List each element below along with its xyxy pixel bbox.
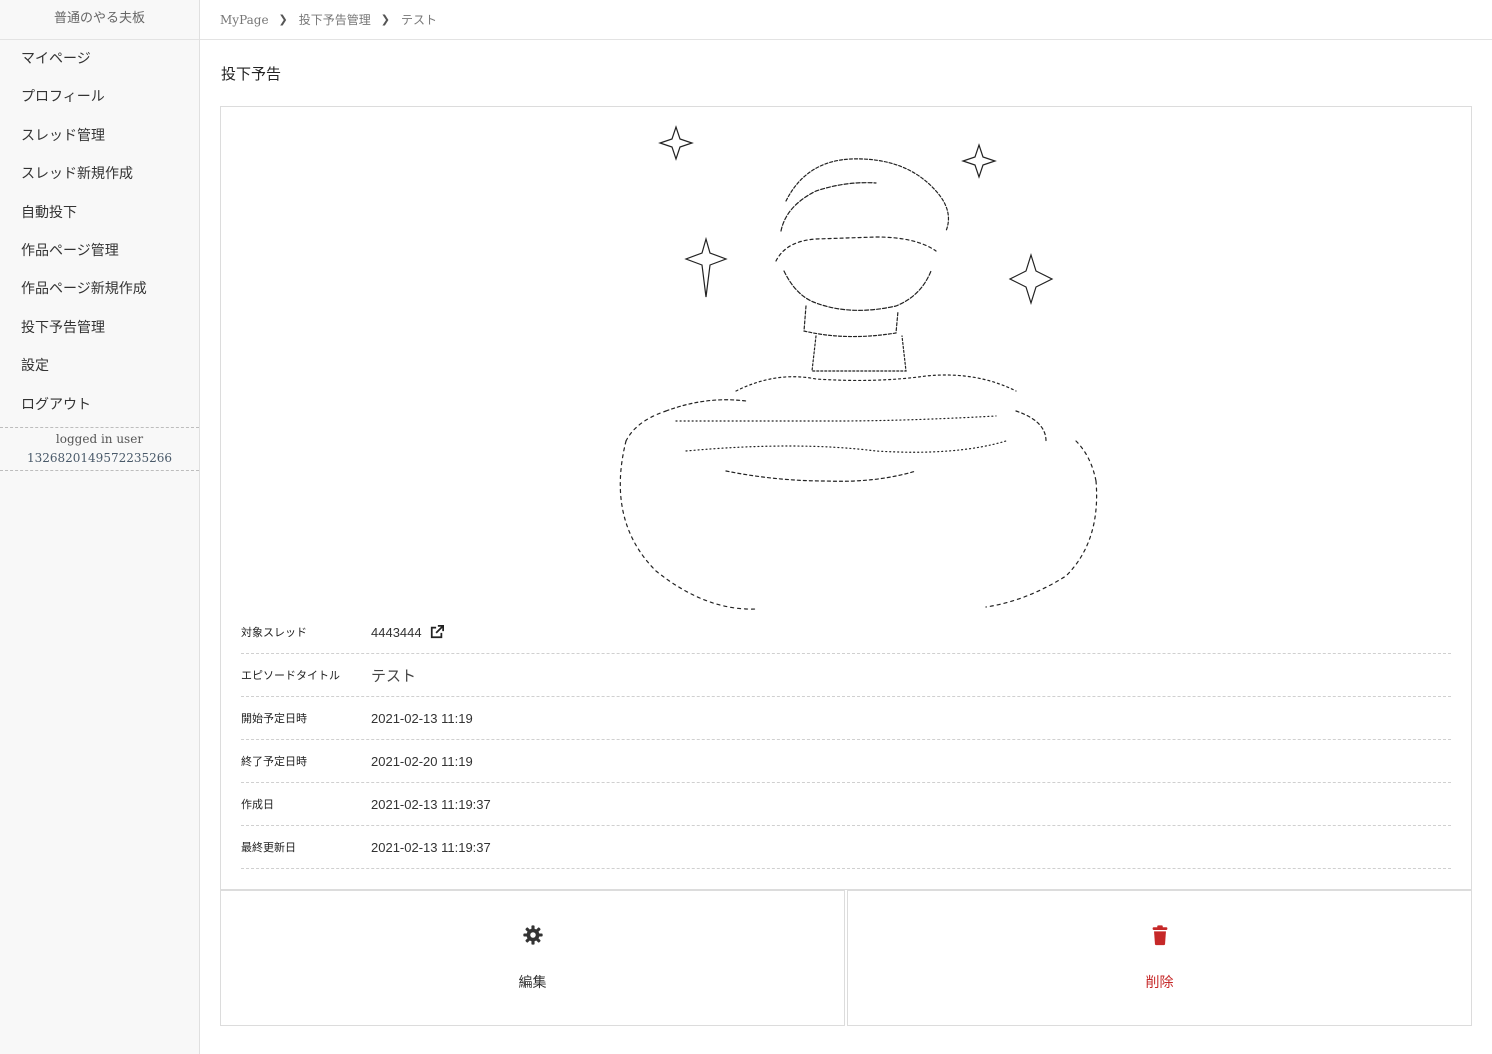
ascii-art-illustration (619, 125, 1098, 610)
detail-key: 対象スレッド (241, 627, 307, 639)
sidebar-item-notice-manage[interactable]: 投下予告管理 (0, 309, 199, 347)
detail-row-episode: エピソードタイトル テスト (241, 654, 1451, 697)
detail-key: 終了予定日時 (241, 756, 307, 768)
gear-icon (522, 925, 543, 945)
user-info-label: logged in user (55, 431, 144, 446)
trash-icon (1152, 925, 1167, 946)
sidebar: 普通のやる夫板 マイページ プロフィール スレッド管理 スレッド新規作成 自動投… (0, 0, 200, 1054)
sidebar-item-thread-new[interactable]: スレッド新規作成 (0, 155, 199, 193)
external-link-icon[interactable] (430, 625, 444, 639)
edit-button[interactable]: 編集 (220, 890, 845, 1026)
site-brand[interactable]: 普通のやる夫板 (0, 0, 199, 40)
sidebar-item-auto-post[interactable]: 自動投下 (0, 194, 199, 232)
edit-label: 編集 (518, 974, 547, 990)
main-content: MyPage ❯ 投下予告管理 ❯ テスト 投下予告 対象スレッド 444344… (200, 0, 1492, 1054)
sidebar-item-work-manage[interactable]: 作品ページ管理 (0, 232, 199, 270)
detail-key: エピソードタイトル (241, 670, 340, 682)
breadcrumb-item-notice-manage[interactable]: 投下予告管理 (299, 11, 371, 28)
detail-row-thread: 対象スレッド 4443444 (241, 611, 1451, 654)
thread-id: 4443444 (371, 624, 422, 640)
detail-key: 作成日 (241, 799, 274, 811)
breadcrumb: MyPage ❯ 投下予告管理 ❯ テスト (200, 0, 1492, 40)
sidebar-item-settings[interactable]: 設定 (0, 347, 199, 385)
notice-card: 対象スレッド 4443444 エピソードタイトル テスト 開始予定日時 2021… (220, 106, 1472, 890)
chevron-right-icon: ❯ (278, 13, 288, 26)
detail-key: 開始予定日時 (241, 713, 307, 725)
sidebar-item-profile[interactable]: プロフィール (0, 78, 199, 116)
detail-row-updated: 最終更新日 2021-02-13 11:19:37 (241, 826, 1451, 869)
detail-value: 2021-02-13 11:19:37 (371, 796, 491, 812)
detail-value: 4443444 (371, 625, 444, 640)
detail-row-start: 開始予定日時 2021-02-13 11:19 (241, 697, 1451, 740)
detail-value: 2021-02-13 11:19:37 (371, 839, 491, 855)
detail-row-created: 作成日 2021-02-13 11:19:37 (241, 783, 1451, 826)
user-info: logged in user 1326820149572235266 (0, 426, 199, 471)
breadcrumb-item-mypage[interactable]: MyPage (220, 13, 269, 27)
sidebar-nav: マイページ プロフィール スレッド管理 スレッド新規作成 自動投下 作品ページ管… (0, 40, 199, 424)
breadcrumb-item-current: テスト (401, 13, 438, 27)
page-title: 投下予告 (221, 65, 282, 83)
sidebar-item-thread-manage[interactable]: スレッド管理 (0, 117, 199, 155)
notice-details: 対象スレッド 4443444 エピソードタイトル テスト 開始予定日時 2021… (241, 611, 1451, 869)
delete-button[interactable]: 削除 (847, 890, 1472, 1026)
ascii-art-image (221, 121, 1471, 617)
detail-value: テスト (371, 667, 417, 685)
sidebar-item-mypage[interactable]: マイページ (0, 40, 199, 78)
delete-label: 削除 (1145, 974, 1174, 990)
sidebar-item-logout[interactable]: ログアウト (0, 386, 199, 424)
detail-row-end: 終了予定日時 2021-02-20 11:19 (241, 740, 1451, 783)
sidebar-item-work-new[interactable]: 作品ページ新規作成 (0, 270, 199, 308)
detail-value: 2021-02-20 11:19 (371, 753, 473, 769)
detail-value: 2021-02-13 11:19 (371, 710, 473, 726)
action-buttons: 編集 削除 (220, 890, 1472, 1026)
chevron-right-icon: ❯ (380, 13, 390, 26)
detail-key: 最終更新日 (241, 842, 296, 854)
user-id: 1326820149572235266 (26, 450, 173, 465)
